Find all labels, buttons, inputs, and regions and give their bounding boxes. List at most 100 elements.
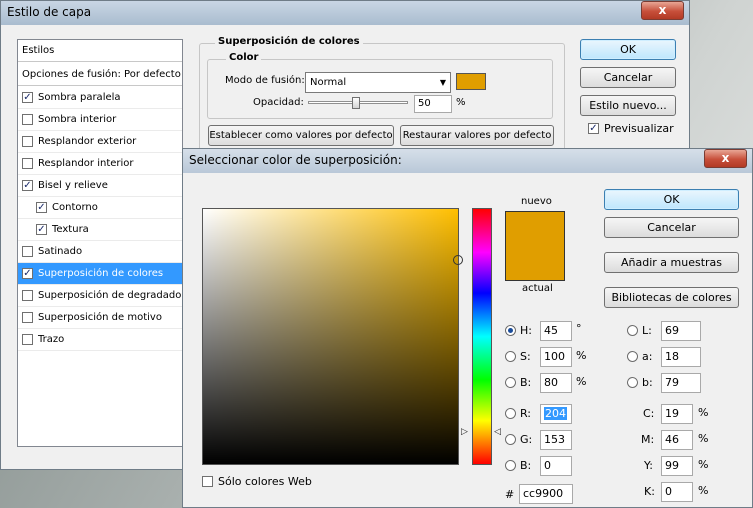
magenta-input[interactable]: 46 bbox=[661, 430, 693, 450]
bevel-emboss-checkbox[interactable]: ✓ bbox=[22, 180, 33, 191]
style-item-color-overlay[interactable]: ✓ Superposición de colores bbox=[18, 263, 182, 285]
yellow-label: Y: bbox=[644, 459, 653, 472]
picker-ok-button[interactable]: OK bbox=[604, 189, 739, 210]
hue-radio[interactable] bbox=[505, 325, 516, 336]
style-item-inner-glow[interactable]: Resplandor interior bbox=[18, 153, 182, 175]
hue-arrow-left-icon[interactable]: ▷ bbox=[461, 427, 468, 437]
saturation-radio[interactable] bbox=[505, 351, 516, 362]
lab-l-radio[interactable] bbox=[627, 325, 638, 336]
style-item-pattern-overlay[interactable]: Superposición de motivo bbox=[18, 307, 182, 329]
pattern-overlay-checkbox[interactable] bbox=[22, 312, 33, 323]
style-item-inner-shadow[interactable]: Sombra interior bbox=[18, 109, 182, 131]
lab-b-radio[interactable] bbox=[627, 377, 638, 388]
style-item-bevel-emboss[interactable]: ✓ Bisel y relieve bbox=[18, 175, 182, 197]
inner-glow-checkbox[interactable] bbox=[22, 158, 33, 169]
color-picker-titlebar[interactable]: Seleccionar color de superposición: x bbox=[183, 149, 752, 173]
magenta-label: M: bbox=[641, 433, 655, 446]
brightness-input[interactable]: 80 bbox=[540, 373, 572, 393]
blue-label: B: bbox=[520, 459, 532, 472]
green-input[interactable]: 153 bbox=[540, 430, 572, 450]
web-colors-checkbox[interactable] bbox=[202, 476, 213, 487]
stroke-checkbox[interactable] bbox=[22, 334, 33, 345]
texture-checkbox[interactable]: ✓ bbox=[36, 224, 47, 235]
saturation-input[interactable]: 100 bbox=[540, 347, 572, 367]
inner-shadow-checkbox[interactable] bbox=[22, 114, 33, 125]
lab-a-radio[interactable] bbox=[627, 351, 638, 362]
green-radio[interactable] bbox=[505, 434, 516, 445]
style-item-label: Trazo bbox=[38, 334, 65, 345]
blue-radio[interactable] bbox=[505, 460, 516, 471]
style-item-label: Superposición de degradado bbox=[38, 290, 182, 301]
hue-unit: ° bbox=[576, 322, 582, 335]
lab-l-label: L: bbox=[642, 324, 652, 337]
lab-a-label: a: bbox=[642, 350, 653, 363]
hue-input[interactable]: 45 bbox=[540, 321, 572, 341]
style-item-gradient-overlay[interactable]: Superposición de degradado bbox=[18, 285, 182, 307]
blend-mode-select[interactable]: Normal ▼ bbox=[305, 72, 451, 93]
layer-style-titlebar[interactable]: Estilo de capa x bbox=[1, 1, 689, 25]
style-item-label: Textura bbox=[52, 224, 89, 235]
new-color-label: nuevo bbox=[521, 196, 552, 207]
hex-input[interactable]: cc9900 bbox=[519, 484, 573, 504]
cyan-input[interactable]: 19 bbox=[661, 404, 693, 424]
style-item-satin[interactable]: Satinado bbox=[18, 241, 182, 263]
opacity-input[interactable]: 50 bbox=[414, 95, 452, 113]
cyan-unit: % bbox=[698, 406, 709, 419]
color-picker-title: Seleccionar color de superposición: bbox=[189, 153, 402, 167]
red-input[interactable]: 204 bbox=[540, 404, 572, 424]
saturation-brightness-field[interactable] bbox=[202, 208, 463, 465]
hue-slider[interactable] bbox=[472, 208, 492, 465]
yellow-input[interactable]: 99 bbox=[661, 456, 693, 476]
black-unit: % bbox=[698, 484, 709, 497]
add-to-swatches-button[interactable]: Añadir a muestras bbox=[604, 252, 739, 273]
style-item-label: Sombra interior bbox=[38, 114, 117, 125]
cancel-button[interactable]: Cancelar bbox=[580, 67, 676, 88]
brightness-label: B: bbox=[520, 376, 532, 389]
style-item-drop-shadow[interactable]: ✓ Sombra paralela bbox=[18, 87, 182, 109]
style-item-label: Satinado bbox=[38, 246, 83, 257]
style-item-label: Contorno bbox=[52, 202, 98, 213]
outer-glow-checkbox[interactable] bbox=[22, 136, 33, 147]
lab-l-input[interactable]: 69 bbox=[661, 321, 701, 341]
blend-options-item[interactable]: Opciones de fusión: Por defecto bbox=[18, 64, 182, 86]
red-radio[interactable] bbox=[505, 408, 516, 419]
set-default-button[interactable]: Establecer como valores por defecto bbox=[208, 125, 394, 146]
style-item-texture[interactable]: ✓ Textura bbox=[18, 219, 182, 241]
satin-checkbox[interactable] bbox=[22, 246, 33, 257]
color-libraries-button[interactable]: Bibliotecas de colores bbox=[604, 287, 739, 308]
lab-a-input[interactable]: 18 bbox=[661, 347, 701, 367]
style-item-stroke[interactable]: Trazo bbox=[18, 329, 182, 351]
hue-arrow-right-icon[interactable]: ◁ bbox=[494, 427, 501, 437]
picker-cancel-button[interactable]: Cancelar bbox=[604, 217, 739, 238]
saturation-unit: % bbox=[576, 349, 587, 362]
brightness-radio[interactable] bbox=[505, 377, 516, 388]
drop-shadow-checkbox[interactable]: ✓ bbox=[22, 92, 33, 103]
style-item-label: Superposición de colores bbox=[38, 268, 164, 279]
ok-button[interactable]: OK bbox=[580, 39, 676, 60]
blend-mode-label: Modo de fusión: bbox=[225, 75, 305, 86]
color-field-cursor[interactable] bbox=[453, 255, 463, 265]
opacity-slider-thumb[interactable] bbox=[352, 97, 360, 109]
style-item-contour[interactable]: ✓ Contorno bbox=[18, 197, 182, 219]
color-picker-close-button[interactable]: x bbox=[704, 149, 747, 168]
color-overlay-checkbox[interactable]: ✓ bbox=[22, 268, 33, 279]
preview-checkbox[interactable]: ✓ bbox=[588, 123, 599, 134]
blend-mode-value: Normal bbox=[310, 77, 347, 88]
reset-default-button[interactable]: Restaurar valores por defecto bbox=[400, 125, 554, 146]
lab-b-input[interactable]: 79 bbox=[661, 373, 701, 393]
saturation-label: S: bbox=[520, 350, 531, 363]
opacity-label: Opacidad: bbox=[253, 97, 304, 108]
preview-label: Previsualizar bbox=[604, 122, 674, 135]
blue-input[interactable]: 0 bbox=[540, 456, 572, 476]
color-group-title: Color bbox=[226, 52, 262, 63]
style-item-outer-glow[interactable]: Resplandor exterior bbox=[18, 131, 182, 153]
hex-label: # bbox=[505, 488, 515, 501]
styles-header[interactable]: Estilos bbox=[18, 40, 182, 62]
layer-style-close-button[interactable]: x bbox=[641, 1, 684, 20]
black-input[interactable]: 0 bbox=[661, 482, 693, 502]
new-style-button[interactable]: Estilo nuevo... bbox=[580, 95, 676, 116]
overlay-color-swatch[interactable] bbox=[456, 73, 486, 90]
gradient-overlay-checkbox[interactable] bbox=[22, 290, 33, 301]
contour-checkbox[interactable]: ✓ bbox=[36, 202, 47, 213]
brightness-unit: % bbox=[576, 375, 587, 388]
